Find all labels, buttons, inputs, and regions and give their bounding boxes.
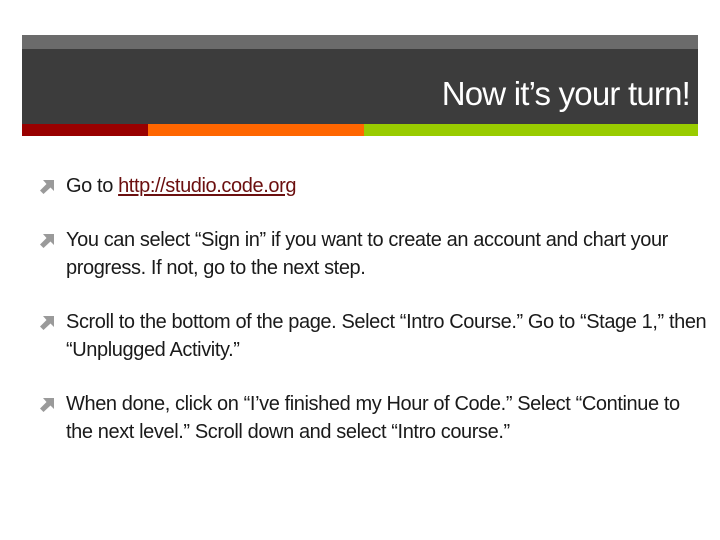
bullet-text: Go to — [66, 175, 119, 197]
slide: Now it’s your turn! Go to http://studio.… — [0, 0, 720, 540]
accent-red-segment — [22, 124, 148, 136]
accent-band — [22, 124, 698, 136]
bullet-text: When done, click on “I’ve finished my Ho… — [66, 393, 680, 443]
bullet-text: Scroll to the bottom of the page. Select… — [66, 311, 707, 361]
slide-title: Now it’s your turn! — [441, 75, 691, 112]
title-background: Now it’s your turn! — [22, 49, 698, 124]
title-top-strip — [22, 35, 698, 49]
arrow-up-right-icon — [40, 315, 55, 330]
bullet-item: Go to http://studio.code.org — [40, 172, 710, 200]
bullet-item: Scroll to the bottom of the page. Select… — [40, 308, 710, 364]
accent-green-segment — [364, 124, 698, 136]
arrow-up-right-icon — [40, 233, 55, 248]
arrow-up-right-icon — [40, 397, 55, 412]
bullet-item: When done, click on “I’ve finished my Ho… — [40, 390, 710, 446]
title-bar: Now it’s your turn! — [22, 35, 698, 136]
bullet-text: You can select “Sign in” if you want to … — [66, 229, 668, 279]
arrow-up-right-icon — [40, 179, 55, 194]
studio-code-link[interactable]: http://studio.code.org — [118, 175, 296, 197]
bullet-item: You can select “Sign in” if you want to … — [40, 226, 710, 282]
bullet-list: Go to http://studio.code.org You can sel… — [40, 172, 710, 472]
accent-orange-segment — [148, 124, 364, 136]
